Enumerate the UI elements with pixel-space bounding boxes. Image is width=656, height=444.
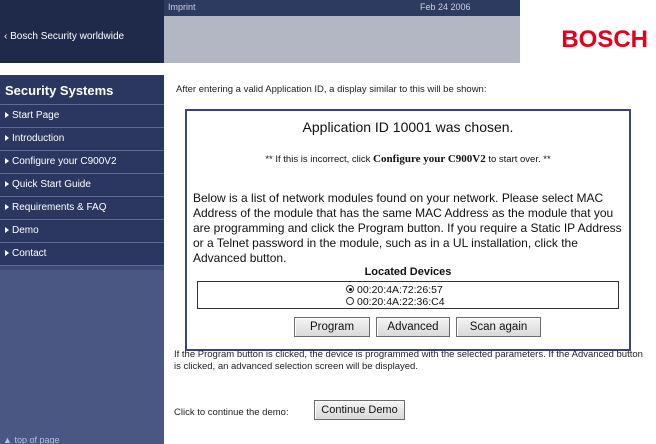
- sidebar-item-label: Configure your C900V2: [12, 156, 117, 167]
- sidebar-item-start-page[interactable]: Start Page: [0, 105, 164, 128]
- chevron-left-icon: ‹: [4, 31, 8, 42]
- advanced-button[interactable]: Advanced: [376, 317, 450, 337]
- warning-text: ** If this is incorrect, click Configure…: [187, 153, 629, 165]
- continue-label: Click to continue the demo:: [174, 407, 289, 418]
- program-button[interactable]: Program: [294, 317, 370, 337]
- top-bar-left-strip: [0, 0, 164, 16]
- sidebar-item-introduction[interactable]: Introduction: [0, 128, 164, 151]
- warning-suffix: to start over. **: [485, 154, 551, 165]
- note-text: If the Program button is clicked, the de…: [174, 349, 643, 372]
- triangle-right-icon: [5, 204, 9, 211]
- sidebar-item-label: Start Page: [12, 110, 60, 121]
- sidebar-item-contact[interactable]: Contact: [0, 243, 164, 266]
- triangle-right-icon: [5, 135, 9, 142]
- triangle-right-icon: [5, 227, 9, 234]
- bosch-logo[interactable]: BOSCH: [561, 26, 648, 54]
- located-devices-label: Located Devices: [364, 266, 452, 278]
- worldwide-link-label: Bosch Security worldwide: [10, 31, 125, 42]
- device-option[interactable]: 00:20:4A:22:36:C4: [346, 296, 445, 308]
- scan-again-button[interactable]: Scan again: [456, 317, 541, 337]
- header-left: ‹ Bosch Security worldwide: [0, 16, 164, 63]
- sidebar-fill: [0, 270, 164, 444]
- top-bar-spacer: [520, 0, 656, 16]
- sidebar-item-quick-start[interactable]: Quick Start Guide: [0, 174, 164, 197]
- triangle-right-icon: [5, 158, 9, 165]
- device-option[interactable]: 00:20:4A:72:26:57: [346, 284, 443, 296]
- intro-text: After entering a valid Application ID, a…: [176, 84, 487, 95]
- sidebar: Security Systems Start Page Introduction…: [0, 63, 164, 444]
- devices-listbox[interactable]: 00:20:4A:72:26:57 00:20:4A:22:36:C4: [197, 281, 619, 309]
- sidebar-gap: [0, 63, 164, 75]
- imprint-link[interactable]: Imprint: [168, 2, 196, 12]
- top-bar: Imprint Feb 24 2006: [0, 0, 656, 16]
- triangle-right-icon: [5, 250, 9, 257]
- worldwide-link[interactable]: ‹ Bosch Security worldwide: [4, 31, 124, 42]
- sidebar-item-label: Quick Start Guide: [12, 179, 91, 190]
- main-content: After entering a valid Application ID, a…: [164, 63, 656, 444]
- triangle-right-icon: [5, 181, 9, 188]
- sidebar-item-label: Contact: [12, 248, 47, 259]
- sidebar-title: Security Systems: [0, 75, 164, 105]
- warning-prefix: ** If this is incorrect, click: [265, 154, 374, 165]
- header-logo-area: BOSCH: [520, 16, 656, 63]
- application-title: Application ID 10001 was chosen.: [302, 119, 514, 135]
- application-panel: Application ID 10001 was chosen. ** If t…: [185, 109, 631, 351]
- top-of-page-link[interactable]: ▲ top of page: [3, 435, 59, 444]
- radio-icon[interactable]: [346, 297, 354, 306]
- radio-selected-icon[interactable]: [346, 285, 354, 294]
- date-label: Feb 24 2006: [420, 2, 471, 12]
- device-mac: 00:20:4A:22:36:C4: [357, 296, 445, 308]
- triangle-right-icon: [5, 112, 9, 119]
- top-of-page-label: top of page: [14, 435, 60, 444]
- header-banner: [164, 16, 520, 63]
- triangle-up-icon: ▲: [3, 435, 12, 444]
- device-mac: 00:20:4A:72:26:57: [357, 284, 443, 296]
- sidebar-item-requirements[interactable]: Requirements & FAQ: [0, 197, 164, 220]
- sidebar-item-configure[interactable]: Configure your C900V2: [0, 151, 164, 174]
- sidebar-item-label: Requirements & FAQ: [12, 202, 107, 213]
- description-text: Below is a list of network modules found…: [193, 191, 622, 265]
- configure-link[interactable]: Configure your C900V2: [373, 153, 486, 165]
- sidebar-item-label: Demo: [12, 225, 39, 236]
- sidebar-item-label: Introduction: [12, 133, 65, 144]
- continue-demo-button[interactable]: Continue Demo: [314, 400, 405, 420]
- sidebar-item-demo[interactable]: Demo: [0, 220, 164, 243]
